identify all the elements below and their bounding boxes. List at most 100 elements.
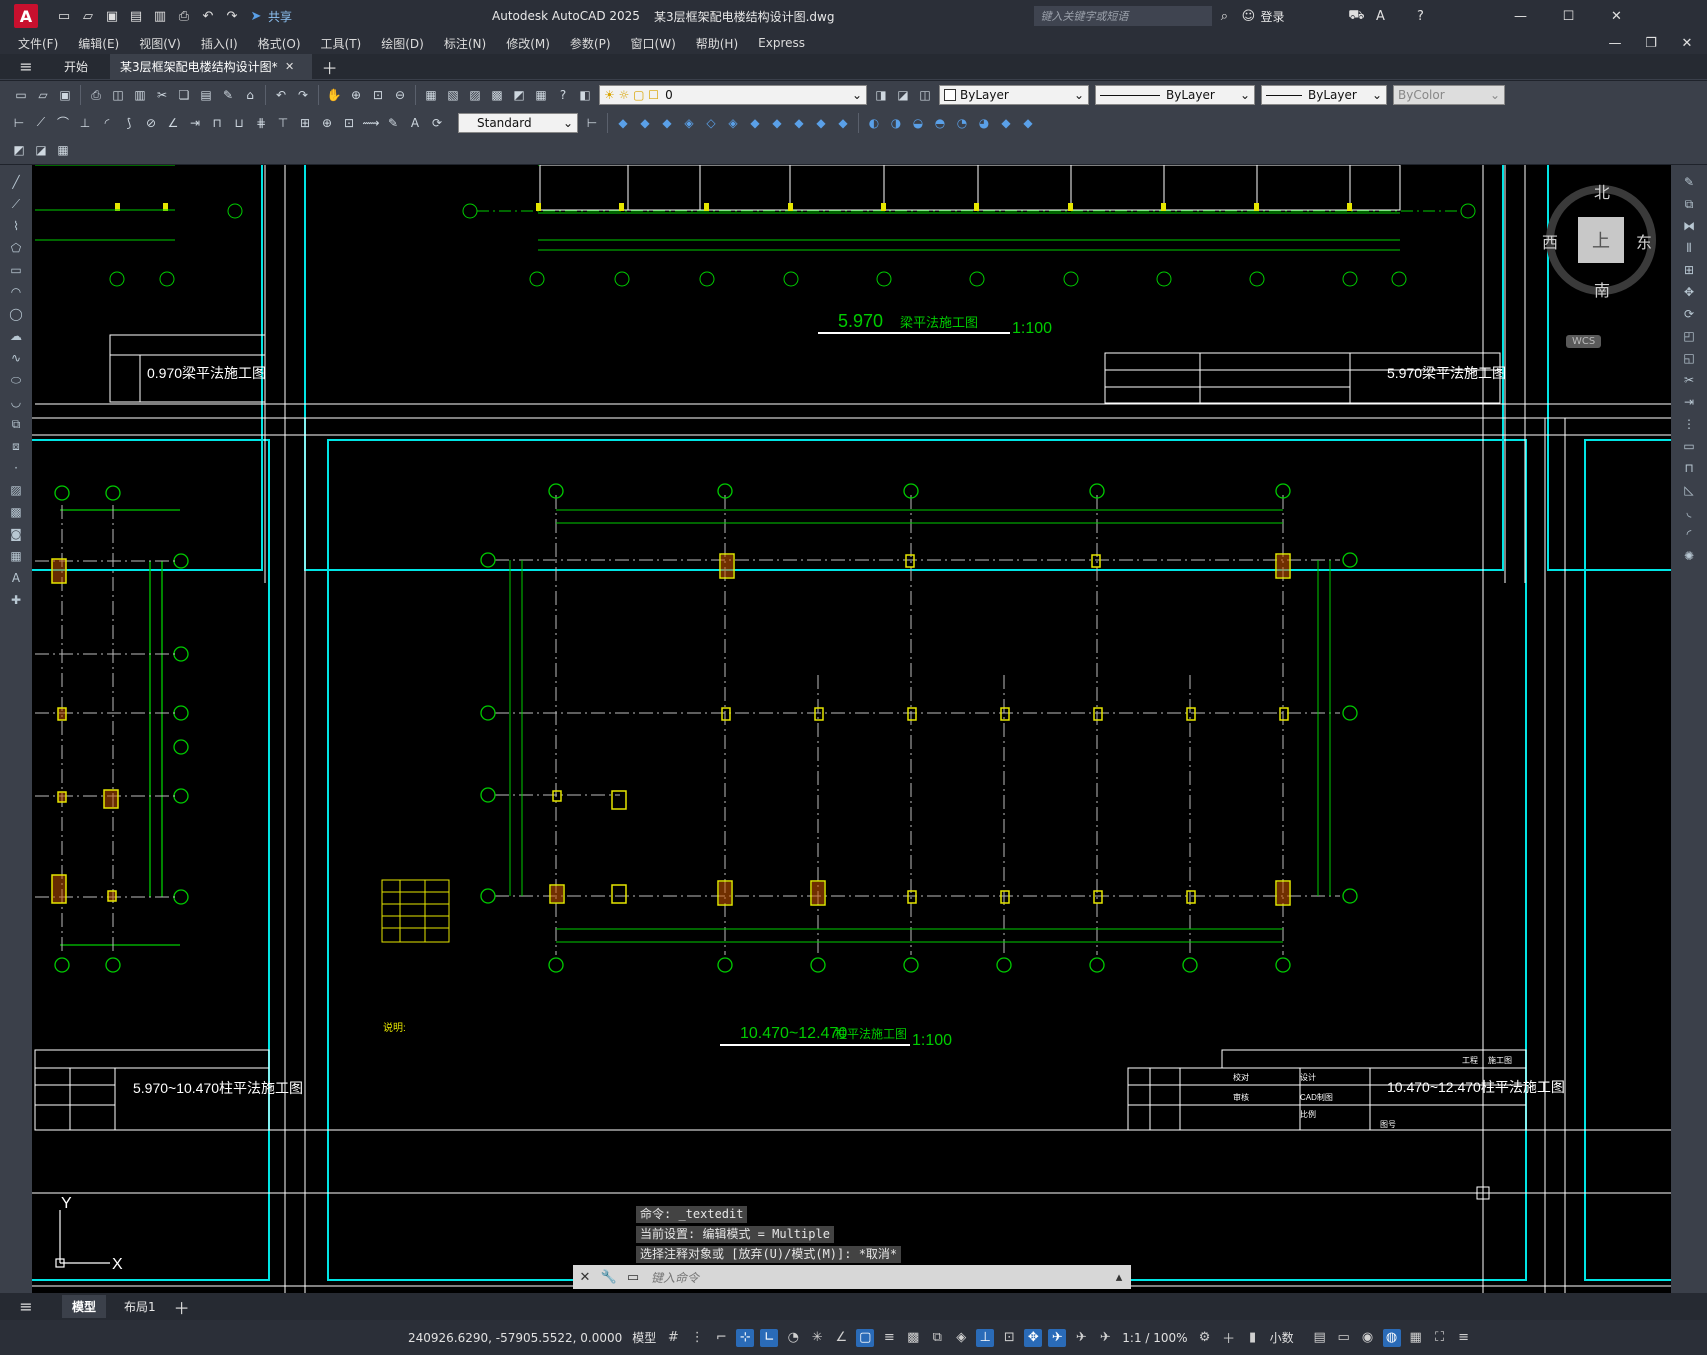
transparency-icon[interactable]: ▩ [904,1329,922,1347]
cylinder-icon[interactable]: ◆ [636,114,654,132]
login-label[interactable]: 登录 [1260,8,1284,25]
quick-properties-icon[interactable]: ▤ [1311,1329,1329,1347]
circle-icon[interactable]: ◯ [7,305,25,323]
save-icon[interactable]: ▣ [104,8,120,24]
dynamic-ucs-icon[interactable]: ⊥ [976,1328,995,1347]
center-mark-icon[interactable]: ⊕ [318,114,336,132]
copy-object-icon[interactable]: ⧉ [1680,195,1698,213]
fullscreen-icon[interactable]: ⛶ [1431,1329,1449,1347]
section-icon[interactable]: ◆ [812,114,830,132]
polygon-icon[interactable]: ⬠ [7,239,25,257]
scale-icon[interactable]: ◰ [1680,327,1698,345]
help-icon[interactable]: ? [1412,8,1428,24]
menu-parametric[interactable]: 参数(P) [570,35,611,52]
isodraft-icon[interactable]: ✳ [808,1329,826,1347]
join-icon[interactable]: ⊓ [1680,459,1698,477]
tab-active-drawing[interactable]: 某3层框架配电楼结构设计图* ✕ [110,53,312,80]
dim-space-icon[interactable]: ⋕ [252,114,270,132]
new-tab-icon[interactable]: ＋ [322,59,338,78]
tab-close-icon[interactable]: ✕ [282,59,298,75]
cart-icon[interactable]: ⛟ [1348,8,1364,24]
continue-icon[interactable]: ⊔ [230,114,248,132]
ellipse-arc-icon[interactable]: ◡ [7,393,25,411]
gizmo-icon[interactable]: ✥ [1024,1328,1043,1347]
lineweight-dropdown[interactable]: ByLayer ⌄ [1261,85,1387,105]
annotation-scale-icon[interactable]: ✈ [1096,1329,1114,1347]
snap-icon[interactable]: ⋮ [688,1329,706,1347]
match-prop-icon[interactable]: ✎ [219,86,237,104]
add-icon[interactable]: ＋ [1220,1329,1238,1347]
rectangle-icon[interactable]: ▭ [7,261,25,279]
hardware-accel-icon[interactable]: ◍ [1382,1328,1401,1347]
open-icon[interactable]: ▱ [34,86,52,104]
autodesk-icon[interactable]: A [1372,8,1388,24]
tab-layout1[interactable]: 布局1 [116,1295,164,1318]
diameter-icon[interactable]: ⊘ [142,114,160,132]
mesh-icon[interactable]: ◆ [997,114,1015,132]
help-icon-2[interactable]: ? [554,86,572,104]
insert-block-icon[interactable]: ⧉ [7,415,25,433]
wcs-badge[interactable]: WCS [1566,335,1602,348]
zoom-realtime-icon[interactable]: ⊕ [347,86,365,104]
undo-icon[interactable]: ↶ [200,8,216,24]
jogged-linear-icon[interactable]: ⟿ [362,114,380,132]
drawing-canvas[interactable]: Y X 5.970 梁平法施工图 1:100 0.970梁平法施工图 5.970… [0,165,1707,1293]
make-block-icon[interactable]: ⧈ [7,437,25,455]
save-icon-2[interactable]: ▣ [56,86,74,104]
table-icon[interactable]: ▦ [54,141,72,159]
3d-osnap-icon[interactable]: ◈ [952,1329,970,1347]
app-logo[interactable]: A [14,4,38,28]
osnap-icon[interactable]: ▢ [856,1328,875,1347]
construction-line-icon[interactable]: ⟋ [7,195,25,213]
move-icon[interactable]: ✥ [1680,283,1698,301]
ordinate-icon[interactable]: ⊥ [76,114,94,132]
layer-dropdown[interactable]: ☀ ☼ ▢ ☐ 0 ⌄ [599,85,867,105]
dim-update-icon[interactable]: ⟳ [428,114,446,132]
doc-minimize-icon[interactable]: — [1607,35,1623,51]
menu-express[interactable]: Express [758,36,805,50]
layer-isolate-icon[interactable]: ◫ [916,86,934,104]
polar-icon[interactable]: ◔ [784,1329,802,1347]
layer-previous-icon[interactable]: ◨ [872,86,890,104]
dimstyle-dropdown[interactable]: Standard ⌄ [458,112,578,133]
linear-dim-icon[interactable]: ⊢ [10,114,28,132]
viewcube-top-face[interactable]: 上 [1578,217,1624,263]
radius-icon[interactable]: ◜ [98,114,116,132]
infer-icon[interactable]: ⌐ [712,1329,730,1347]
model-space-toggle[interactable]: 模型 [632,1329,656,1346]
zoom-previous-icon[interactable]: ⊖ [391,86,409,104]
sheet-set-icon[interactable]: ▩ [488,86,506,104]
plotstyle-dropdown[interactable]: ByColor ⌄ [1393,85,1505,105]
menu-help[interactable]: 帮助(H) [696,35,738,52]
mtext-icon[interactable]: A [7,569,25,587]
render-icon[interactable]: ◒ [909,114,927,132]
hamburger-icon[interactable]: ≡ [18,57,34,76]
publish-icon[interactable]: ▥ [152,8,168,24]
revcloud-icon[interactable]: ☁ [7,327,25,345]
preview-icon[interactable]: ◫ [109,86,127,104]
user-icon[interactable]: ☺ [1240,8,1256,24]
orbit-icon[interactable]: ◐ [865,114,883,132]
visual-style-icon[interactable]: ◑ [887,114,905,132]
extend-icon[interactable]: ⇥ [1680,393,1698,411]
publish-icon-2[interactable]: ▥ [131,86,149,104]
blend-icon[interactable]: ◜ [1680,525,1698,543]
add-layout-icon[interactable]: ＋ [174,1299,190,1318]
menu-file[interactable]: 文件(F) [18,35,58,52]
layout-menu-icon[interactable]: ≡ [18,1297,34,1316]
add-selected-icon[interactable]: ✚ [7,591,25,609]
otrack-icon[interactable]: ∠ [832,1329,850,1347]
dimstyle-icon[interactable]: ⊢ [583,114,601,132]
settings-gear-icon[interactable]: ⚙ [1196,1329,1214,1347]
dim-edit-icon[interactable]: ✎ [384,114,402,132]
viewcube-west[interactable]: 西 [1542,229,1558,253]
tab-model[interactable]: 模型 [62,1295,107,1318]
color-dropdown[interactable]: ByLayer ⌄ [939,85,1089,105]
quick-dim-icon[interactable]: ⇥ [186,114,204,132]
rotate-icon[interactable]: ⟳ [1680,305,1698,323]
copy-icon[interactable]: ❏ [175,86,193,104]
slice-icon[interactable]: ◆ [790,114,808,132]
menu-modify[interactable]: 修改(M) [506,35,550,52]
menu-view[interactable]: 视图(V) [139,35,181,52]
polyline-icon[interactable]: ⌇ [7,217,25,235]
